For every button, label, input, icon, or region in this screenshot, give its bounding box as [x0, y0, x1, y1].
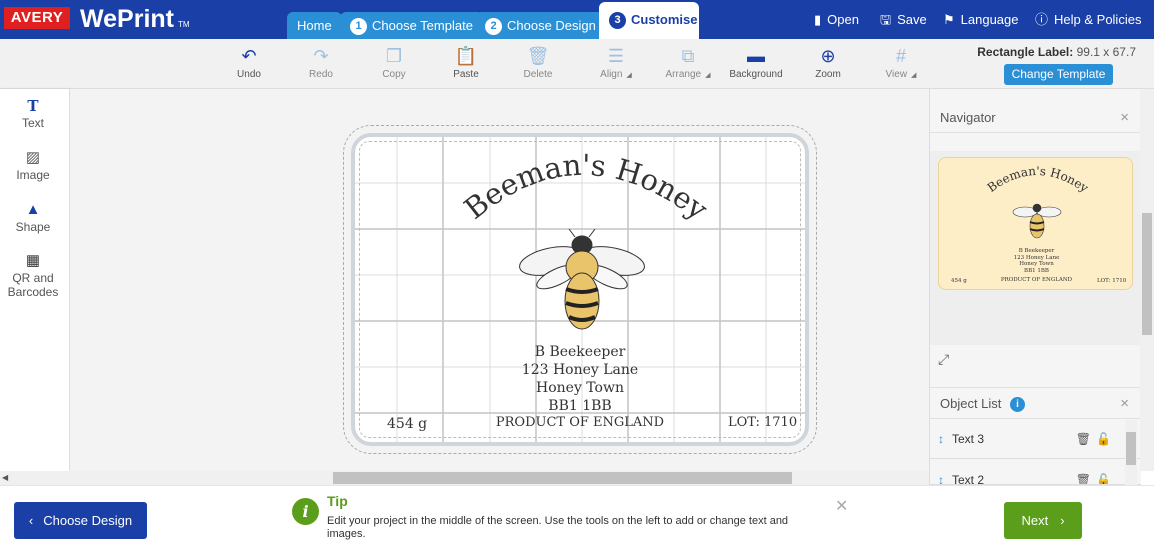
trash-icon[interactable]: 🗑 — [1076, 419, 1091, 459]
svg-text:Beeman's Honey: Beeman's Honey — [458, 148, 715, 227]
bee-illustration[interactable] — [517, 229, 647, 334]
paste-icon: 📋 — [454, 46, 478, 66]
navigator-preview[interactable]: Beeman's Honey B Beekeeper 123 Honey Lan… — [938, 157, 1133, 290]
object-list-header: Object List i × — [930, 387, 1141, 419]
unlock-icon[interactable]: 🔓 — [1096, 460, 1111, 484]
toolbar: ↶ Undo ↷ Redo ❐ Copy 📋 Paste 🗑 Delete ☰ Align ◢… — [0, 39, 1154, 89]
panel-vertical-scrollbar[interactable] — [1140, 89, 1154, 471]
open-icon: ▮ — [814, 12, 822, 27]
add-text-tool[interactable]: T Text — [0, 96, 66, 130]
avery-logo[interactable]: AVERY — [0, 0, 72, 39]
background-button[interactable]: ▬ Background — [721, 43, 791, 80]
paste-button[interactable]: 📋 Paste — [431, 43, 501, 80]
left-sidebar: T Text ▨ Image ▲ Shape ▦ QR and Barcodes — [0, 89, 70, 471]
expand-navigator-icon[interactable]: ⤢ — [938, 351, 949, 368]
tip-title: Tip — [327, 493, 348, 509]
add-shape-tool[interactable]: ▲ Shape — [0, 200, 66, 234]
copy-icon: ❐ — [385, 46, 403, 66]
label-line-street[interactable]: 123 Honey Lane — [355, 362, 805, 378]
label-design[interactable]: Beeman's Honey B Beekeeper 123 Honey Lan… — [351, 133, 809, 446]
arrange-button[interactable]: ⧉ Arrange ◢ — [653, 43, 723, 80]
zoom-icon: ⊕ — [820, 46, 836, 66]
copy-button[interactable]: ❐ Copy — [359, 43, 429, 80]
scrollbar-thumb[interactable] — [333, 472, 792, 484]
back-choose-design-button[interactable]: ‹ Choose Design — [14, 502, 147, 539]
unlock-icon[interactable]: 🔓 — [1096, 419, 1111, 459]
undo-icon: ↶ — [241, 46, 257, 66]
label-line-postcode[interactable]: BB1 1BB — [355, 398, 805, 414]
close-navigator-icon[interactable]: × — [1120, 103, 1129, 133]
tab-choose-design[interactable]: 2 Choose Design — [475, 12, 606, 39]
trash-icon[interactable]: 🗑 — [1076, 460, 1091, 484]
redo-icon: ↷ — [313, 46, 329, 66]
drag-handle-icon[interactable]: ↕ — [938, 432, 944, 446]
chevron-right-icon: › — [1060, 513, 1065, 528]
change-template-button[interactable]: Change Template — [1004, 64, 1113, 85]
navigator-header: Navigator × — [930, 103, 1141, 133]
redo-button[interactable]: ↷ Redo — [286, 43, 356, 80]
canvas-horizontal-scrollbar[interactable]: ◀ — [0, 471, 929, 485]
tab-customise[interactable]: 3 Customise — [599, 2, 699, 39]
add-image-tool[interactable]: ▨ Image — [0, 148, 66, 182]
tip-text: Edit your project in the middle of the s… — [327, 515, 789, 540]
text-icon: T — [27, 97, 39, 115]
object-list-scrollbar[interactable] — [1125, 420, 1137, 485]
flag-icon: ⚑ — [943, 12, 955, 27]
tip-icon: i — [292, 498, 319, 525]
background-icon: ▬ — [747, 46, 765, 66]
save-button[interactable]: 🖫 Save — [880, 0, 927, 39]
tab-home[interactable]: Home — [287, 12, 342, 39]
help-button[interactable]: ⓘ Help & Policies — [1035, 0, 1141, 39]
align-icon: ☰ — [607, 46, 625, 66]
zoom-button[interactable]: ⊕ Zoom — [793, 43, 863, 80]
scroll-left-icon[interactable]: ◀ — [2, 471, 8, 485]
drag-handle-icon[interactable]: ↕ — [938, 473, 944, 484]
scrollbar-thumb[interactable] — [1126, 432, 1136, 465]
top-bar: AVERY WePrint TM Home 1 Choose Template 2C… — [0, 0, 1154, 39]
info-icon[interactable]: i — [1010, 397, 1026, 412]
label-line-town[interactable]: Honey Town — [355, 380, 805, 396]
trash-icon: 🗑 — [526, 46, 550, 66]
chevron-left-icon: ‹ — [28, 513, 34, 528]
grid-icon: # — [895, 46, 906, 66]
add-qr-barcode-tool[interactable]: ▦ QR and Barcodes — [0, 251, 66, 299]
help-icon: ⓘ — [1035, 12, 1049, 27]
save-icon: 🖫 — [880, 12, 892, 27]
view-button[interactable]: # View ◢ — [866, 43, 936, 80]
object-list-item-text-2[interactable]: ↕ Text 2 🗑 🔓 — [930, 460, 1141, 485]
navigator-lot: LOT: 1710 — [1097, 278, 1127, 284]
footer-bar: ‹ Choose Design i Tip Edit your project i… — [0, 485, 1154, 549]
arrange-icon: ⧉ — [681, 46, 695, 66]
label-lot[interactable]: LOT: 1710 — [728, 415, 797, 430]
next-button[interactable]: Next › — [1004, 502, 1082, 539]
image-icon: ▨ — [25, 149, 41, 166]
scrollbar-thumb[interactable] — [1142, 213, 1152, 335]
shape-icon: ▲ — [25, 201, 41, 218]
tab-choose-template[interactable]: 1 Choose Template — [340, 12, 483, 39]
qr-code-icon: ▦ — [25, 252, 41, 269]
close-object-list-icon[interactable]: × — [1120, 388, 1129, 420]
delete-button[interactable]: 🗑 Delete — [503, 43, 573, 80]
align-button[interactable]: ☰ Align ◢ — [581, 43, 651, 80]
svg-text:Beeman's Honey: Beeman's Honey — [985, 164, 1091, 195]
weprint-logo: WePrint TM — [80, 5, 190, 33]
open-button[interactable]: ▮ Open — [814, 0, 859, 39]
template-size-label: Rectangle Label: 99.1 x 67.7 — [977, 45, 1136, 59]
close-tip-icon[interactable]: ✕ — [835, 496, 848, 516]
navigator-address: B Beekeeper 123 Honey Lane Honey Town BB… — [1013, 248, 1060, 274]
design-canvas[interactable]: Beeman's Honey B Beekeeper 123 Honey Lan… — [71, 89, 929, 471]
undo-button[interactable]: ↶ Undo — [214, 43, 284, 80]
right-panel: Navigator × Beeman's Honey B Beekeeper 1… — [929, 89, 1141, 485]
label-line-name[interactable]: B Beekeeper — [355, 344, 805, 360]
object-list-item-text-3[interactable]: ↕ Text 3 🗑 🔓 — [930, 419, 1141, 459]
language-button[interactable]: ⚑ Language — [943, 0, 1019, 39]
